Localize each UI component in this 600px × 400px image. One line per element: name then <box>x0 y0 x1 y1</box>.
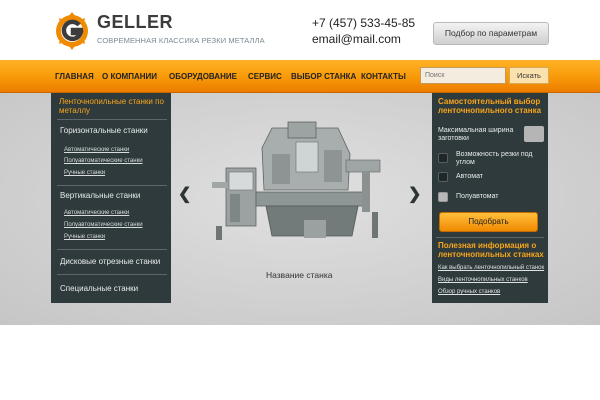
catalog-subitem[interactable]: Автоматические станки <box>64 210 129 216</box>
machine-image[interactable] <box>212 120 390 248</box>
catalog-subitem[interactable]: Ручные станки <box>64 234 105 240</box>
divider <box>57 249 167 250</box>
info-link[interactable]: Виды ленточнопильных станков <box>438 277 528 283</box>
slide-caption: Название станка <box>266 270 333 280</box>
catalog-subitem[interactable]: Ручные станки <box>64 170 105 176</box>
nav-item-contacts[interactable]: КОНТАКТЫ <box>361 72 406 81</box>
checkbox-semi-automatic[interactable] <box>438 192 448 202</box>
nav-item-service[interactable]: СЕРВИС <box>248 72 282 81</box>
search-button[interactable]: Искать <box>509 67 549 84</box>
email-address[interactable]: email@mail.com <box>312 32 401 46</box>
selection-title: Самостоятельный выбор ленточнопильного с… <box>438 97 542 115</box>
param-search-button[interactable]: Подбор по параметрам <box>433 22 549 45</box>
divider <box>57 119 167 120</box>
divider <box>436 237 544 238</box>
brand-name: GELLER <box>97 12 174 32</box>
width-label: Максимальная ширина заготовки <box>438 127 514 142</box>
header: GELLER СОВРЕМЕННАЯ КЛАССИКА РЕЗКИ МЕТАЛЛ… <box>0 0 600 60</box>
nav-item-about[interactable]: О КОМПАНИИ <box>102 72 157 81</box>
option-label: Возможность резки под углом <box>456 151 533 166</box>
catalog-subitem[interactable]: Полуавтоматические станки <box>64 222 143 228</box>
divider <box>57 185 167 186</box>
catalog-subitem[interactable]: Полуавтоматические станки <box>64 158 143 164</box>
info-title: Полезная информация о ленточнопильных ст… <box>438 241 544 259</box>
brand-tagline: СОВРЕМЕННАЯ КЛАССИКА РЕЗКИ МЕТАЛЛА <box>97 36 265 45</box>
phone-number[interactable]: +7 (457) 533-45-85 <box>312 16 415 30</box>
catalog-subitem[interactable]: Автоматические станки <box>64 147 129 153</box>
catalog-category-special[interactable]: Специальные станки <box>60 284 138 293</box>
nav-item-equipment[interactable]: ОБОРУДОВАНИЕ <box>169 72 237 81</box>
nav-item-home[interactable]: ГЛАВНАЯ <box>55 72 94 81</box>
selection-panel: Самостоятельный выбор ленточнопильного с… <box>432 93 548 303</box>
catalog-category-horizontal[interactable]: Горизонтальные станки <box>60 126 148 135</box>
option-label: Полуавтомат <box>456 193 499 200</box>
chevron-right-icon[interactable]: ❯ <box>408 184 421 204</box>
catalog-title: Ленточнопильные станки по металлу <box>59 97 164 115</box>
search-input[interactable] <box>420 67 506 84</box>
chevron-left-icon[interactable]: ❮ <box>178 184 191 204</box>
nav-item-machine-choice[interactable]: ВЫБОР СТАНКА <box>291 72 356 81</box>
checkbox-automatic[interactable] <box>438 172 448 182</box>
checkbox-angle-cut[interactable] <box>438 153 448 163</box>
catalog-category-disc[interactable]: Дисковые отрезные станки <box>60 257 160 266</box>
width-input[interactable] <box>524 126 544 142</box>
info-link[interactable]: Как выбрать ленточнопильный станок <box>438 265 544 271</box>
option-label: Автомат <box>456 173 484 180</box>
catalog-panel: Ленточнопильные станки по металлу Горизо… <box>51 93 171 303</box>
page: GELLER СОВРЕМЕННАЯ КЛАССИКА РЕЗКИ МЕТАЛЛ… <box>0 0 600 400</box>
pick-button[interactable]: Подобрать <box>439 212 538 232</box>
info-link[interactable]: Обзор ручных станков <box>438 289 500 295</box>
divider <box>57 274 167 275</box>
geller-logo-icon[interactable] <box>55 11 89 51</box>
catalog-category-vertical[interactable]: Вертикальные станки <box>60 191 140 200</box>
